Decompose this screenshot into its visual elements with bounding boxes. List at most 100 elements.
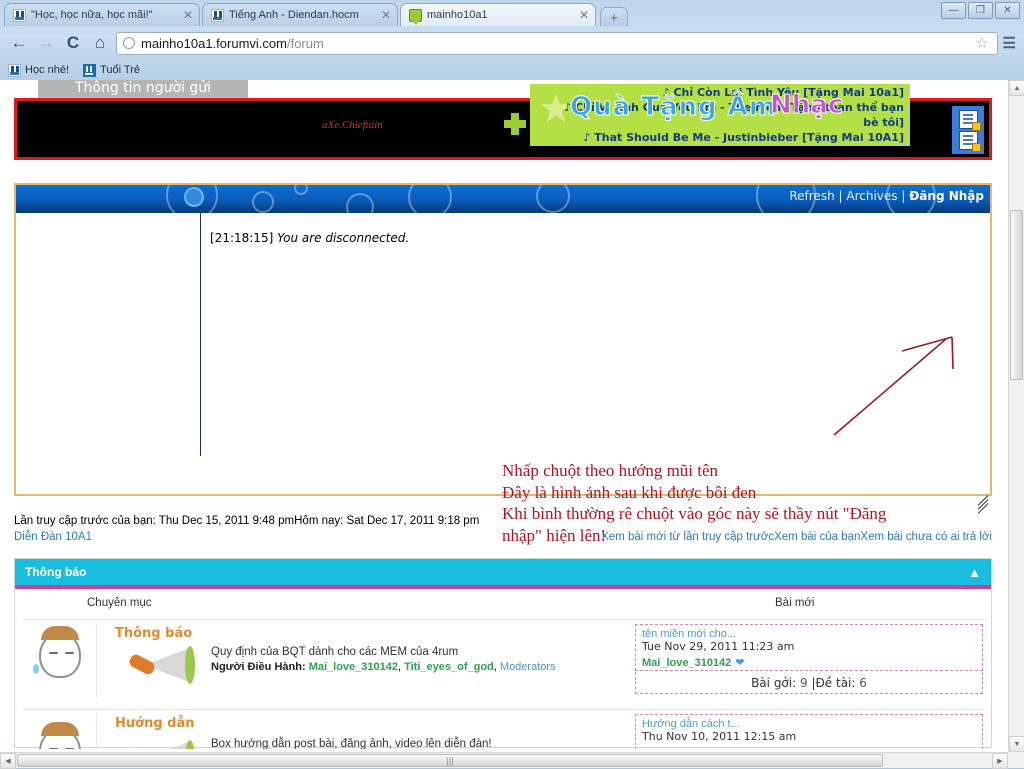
tab-close-icon[interactable]: ✕ bbox=[575, 8, 589, 22]
last-visit-text: Lần truy cập trước của bạn: Thu Dec 15, … bbox=[14, 515, 479, 527]
refresh-link[interactable]: Refresh bbox=[789, 189, 834, 203]
bookmark-hoc-nhe[interactable]: Học nhé! bbox=[8, 64, 69, 77]
home-icon[interactable]: ⌂ bbox=[89, 32, 111, 54]
tuoitre-icon bbox=[83, 64, 96, 77]
login-link[interactable]: Đăng Nhập bbox=[909, 189, 984, 203]
bookmarks-bar: Học nhé! Tuổi Trẻ bbox=[0, 60, 1024, 80]
globe-icon bbox=[123, 37, 135, 49]
chatbox-resize-handle[interactable] bbox=[972, 492, 988, 508]
banner-tool-panel bbox=[952, 106, 984, 154]
page-viewport: Thông tin người gửi aXe.Chieftain ★ ♪ Ch… bbox=[0, 80, 1008, 752]
table-row[interactable]: Thông báo Quy định của BQT dành cho các … bbox=[23, 619, 985, 701]
ad-title-word-2: Nhạc bbox=[770, 90, 843, 120]
hocmai-icon bbox=[211, 9, 224, 22]
notice-panel-header: Thông báo ▲ bbox=[15, 559, 991, 589]
post-stats: Bài gởi: 9 |Đề tài: 6 bbox=[635, 672, 983, 694]
bookmark-tuoi-tre[interactable]: Tuổi Trẻ bbox=[83, 64, 140, 77]
hair-icon bbox=[41, 626, 79, 640]
address-bar[interactable]: mainho10a1.forumvi.com/forum ☆ bbox=[116, 32, 998, 55]
chat-message: [21:18:15] You are disconnected. bbox=[210, 231, 409, 245]
bubble-decoration-icon bbox=[346, 193, 374, 213]
chatbox-header: Refresh | Archives | Đăng Nhập bbox=[16, 185, 990, 213]
notice-panel: Thông báo ▲ Chuyên mục Bài mới Thông báo bbox=[14, 558, 992, 748]
reload-icon[interactable]: C bbox=[62, 32, 84, 54]
horizontal-scrollbar[interactable]: ◀ ||| ▶ bbox=[0, 752, 1008, 768]
tab-close-icon[interactable]: ✕ bbox=[179, 8, 193, 22]
notes-star-icon[interactable] bbox=[959, 131, 978, 150]
topics-label: Đề tài: bbox=[816, 676, 856, 690]
topics-count: 6 bbox=[859, 676, 867, 690]
latest-post-title-link[interactable]: tên miền mới cho... bbox=[642, 628, 976, 640]
ad-line-3: bè tôi] bbox=[863, 116, 904, 129]
url-path: /forum bbox=[287, 36, 324, 51]
latest-post-title-link[interactable]: Hướng dẫn cách t... bbox=[642, 718, 976, 730]
notes-icon[interactable] bbox=[959, 110, 978, 129]
chatbox-links: Refresh | Archives | Đăng Nhập bbox=[789, 189, 984, 203]
url-host: mainho10a1.forumvi.com bbox=[141, 36, 287, 51]
badge-icon bbox=[972, 122, 981, 131]
chat-message-text: You are disconnected. bbox=[277, 231, 409, 245]
forward-button[interactable]: → bbox=[35, 32, 57, 54]
scroll-right-arrow-icon[interactable]: ▶ bbox=[992, 753, 1008, 769]
megaphone-icon bbox=[127, 738, 205, 749]
tab-mainho10a1[interactable]: mainho10a1 ✕ bbox=[400, 3, 596, 26]
category-title-link[interactable]: Hướng dẫn bbox=[115, 716, 195, 731]
scroll-up-arrow-icon[interactable]: ▲ bbox=[1009, 80, 1024, 96]
vertical-scrollbar[interactable]: ▲ ▼ bbox=[1008, 80, 1024, 752]
chat-timestamp: [21:18:15] bbox=[210, 231, 273, 245]
category-description: Quy định của BQT dành cho các MEM của 4r… bbox=[211, 646, 458, 658]
hair-icon bbox=[41, 722, 79, 736]
scrollbar-corner bbox=[1008, 752, 1024, 768]
category-title-link[interactable]: Thông báo bbox=[115, 626, 192, 641]
collapse-chevron-icon[interactable]: ▲ bbox=[968, 565, 981, 580]
avatar bbox=[25, 624, 97, 698]
bookmark-label: Học nhé! bbox=[25, 64, 69, 76]
moderators-link[interactable]: Moderators bbox=[500, 661, 556, 673]
horizontal-scroll-thumb[interactable]: ||| bbox=[17, 754, 883, 767]
banner-nickname: aXe.Chieftain bbox=[322, 119, 383, 131]
category-cell: Hướng dẫn Box hướng dẫn post bài, đăng ả… bbox=[103, 712, 663, 749]
separator: | bbox=[901, 189, 905, 203]
latest-post-cell: Hướng dẫn cách t... Thu Nov 10, 2011 12:… bbox=[635, 714, 983, 749]
moderator-link-2[interactable]: Titi_eyes_of_god bbox=[404, 661, 494, 673]
wrench-menu-icon[interactable]: ☰ bbox=[1003, 34, 1016, 52]
hocmai-icon bbox=[13, 9, 26, 22]
tab-hoc-hoc-nua[interactable]: "Học, học nữa, học mãi!" ✕ bbox=[4, 3, 200, 26]
forum-breadcrumb-link[interactable]: Diễn Đàn 10A1 bbox=[14, 531, 92, 543]
bookmark-star-icon[interactable]: ☆ bbox=[975, 34, 990, 52]
tab-title: "Học, học nữa, học mãi!" bbox=[31, 9, 174, 21]
scroll-down-arrow-icon[interactable]: ▼ bbox=[1009, 736, 1024, 752]
vertical-scroll-thumb[interactable] bbox=[1010, 210, 1023, 380]
latest-post-date: Thu Nov 10, 2011 12:15 am bbox=[642, 730, 976, 743]
new-tab-button[interactable]: + bbox=[600, 7, 628, 26]
column-header-latest: Bài mới bbox=[775, 597, 815, 609]
tab-close-icon[interactable]: ✕ bbox=[377, 8, 391, 22]
latest-post-date: Tue Nov 29, 2011 11:23 am bbox=[642, 640, 976, 653]
bubble-decoration-icon bbox=[536, 185, 570, 213]
archives-link[interactable]: Archives bbox=[846, 189, 897, 203]
table-row[interactable]: Hướng dẫn Box hướng dẫn post bài, đăng ả… bbox=[23, 709, 985, 749]
close-window-button[interactable]: ✕ bbox=[995, 2, 1020, 19]
latest-post-author-link[interactable]: Mai_love_310142 bbox=[642, 657, 731, 669]
chatbox-column-divider bbox=[200, 213, 201, 456]
green-plus-icon bbox=[504, 113, 526, 135]
tab-tieng-anh[interactable]: Tiếng Anh - Diendan.hocm ✕ bbox=[202, 3, 398, 26]
annotation-line-1: Nhấp chuột theo hướng mũi tên bbox=[502, 460, 982, 482]
window-controls: — ❐ ✕ bbox=[941, 2, 1020, 19]
latest-post-box: tên miền mới cho... Tue Nov 29, 2011 11:… bbox=[635, 624, 983, 671]
tab-title: Tiếng Anh - Diendan.hocm bbox=[229, 9, 372, 21]
tear-icon bbox=[33, 664, 39, 674]
scroll-left-arrow-icon[interactable]: ◀ bbox=[0, 753, 16, 769]
ad-line-4: ♪ That Should Be Me - Justinbieber [Tặng… bbox=[583, 131, 904, 144]
column-headers: Chuyên mục Bài mới bbox=[15, 597, 991, 615]
music-ad-banner[interactable]: ★ ♪ Chỉ Còn Lại Tình Yêu [Tặng Mai 10a1]… bbox=[530, 84, 910, 146]
maximize-button[interactable]: ❐ bbox=[968, 2, 993, 19]
badge-icon bbox=[972, 143, 981, 152]
quick-view-links[interactable]: Xem bài mới từ lần truy cập trướcXem bài… bbox=[601, 531, 992, 543]
megaphone-icon bbox=[127, 644, 205, 686]
minimize-button[interactable]: — bbox=[941, 2, 966, 19]
browser-chrome: "Học, học nữa, học mãi!" ✕ Tiếng Anh - D… bbox=[0, 0, 1024, 80]
last-visit-block: Lần truy cập trước của bạn: Thu Dec 15, … bbox=[14, 515, 992, 553]
back-button[interactable]: ← bbox=[8, 32, 30, 54]
moderator-link-1[interactable]: Mai_love_310142 bbox=[309, 661, 398, 673]
